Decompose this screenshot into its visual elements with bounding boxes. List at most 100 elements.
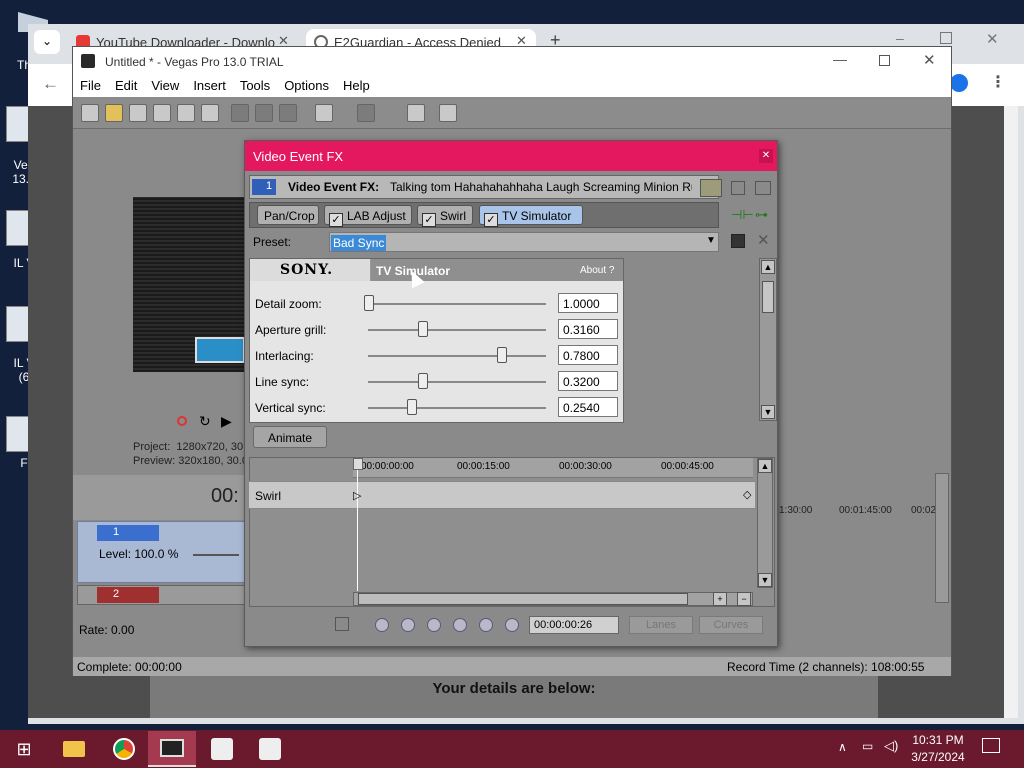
- keyframe-icon[interactable]: ▷: [353, 489, 361, 502]
- param-slider-thumb[interactable]: [364, 295, 374, 311]
- profile-avatar-icon[interactable]: [950, 74, 968, 92]
- whats-this-help-icon[interactable]: [439, 104, 457, 122]
- timeline-vscrollbar[interactable]: [935, 473, 949, 603]
- lanes-button[interactable]: Lanes: [629, 616, 693, 634]
- scroll-up-icon[interactable]: ▲: [761, 260, 775, 274]
- render-icon[interactable]: [177, 104, 195, 122]
- checkbox-icon[interactable]: ✓: [329, 213, 343, 227]
- menu-view[interactable]: View: [144, 75, 186, 93]
- vegas-maximize-icon[interactable]: [879, 55, 890, 66]
- param-value-field[interactable]: 0.3160: [558, 319, 618, 339]
- param-slider-thumb[interactable]: [407, 399, 417, 415]
- browser-minimize-icon[interactable]: –: [896, 30, 904, 46]
- open-folder-icon[interactable]: [105, 104, 123, 122]
- params-scrollbar[interactable]: ▲ ▼: [759, 258, 777, 421]
- browser-maximize-icon[interactable]: [940, 32, 952, 44]
- param-value-field[interactable]: 0.3200: [558, 371, 618, 391]
- properties-icon[interactable]: [201, 104, 219, 122]
- preset-dropdown[interactable]: Bad Sync ▼: [329, 232, 719, 252]
- first-keyframe-icon[interactable]: [375, 618, 389, 632]
- delete-preset-icon[interactable]: ✕: [757, 231, 770, 249]
- sync-cursor-icon[interactable]: [335, 617, 349, 631]
- delete-keyframe-icon[interactable]: [505, 618, 519, 632]
- fx-chip-pan-crop[interactable]: Pan/Crop: [257, 205, 319, 225]
- remove-plugin-icon[interactable]: ⊶: [755, 207, 768, 223]
- fx-chip-swirl[interactable]: ✓ Swirl: [417, 205, 473, 227]
- loop-icon[interactable]: ↻: [199, 413, 211, 430]
- taskbar-file-explorer[interactable]: [50, 731, 98, 767]
- prev-keyframe-icon[interactable]: [401, 618, 415, 632]
- taskbar-chrome[interactable]: [100, 731, 148, 767]
- undo-icon[interactable]: [315, 104, 333, 122]
- menu-file[interactable]: File: [73, 75, 108, 93]
- clock-time[interactable]: 10:31 PM: [906, 733, 970, 747]
- back-icon[interactable]: ←: [42, 74, 59, 94]
- param-slider-track[interactable]: [368, 407, 546, 409]
- vegas-close-icon[interactable]: ✕: [923, 51, 936, 69]
- notification-icon[interactable]: [982, 738, 1000, 753]
- redo-icon[interactable]: [357, 104, 375, 122]
- curves-button[interactable]: Curves: [699, 616, 763, 634]
- fx-chip-lab-adjust[interactable]: ✓ LAB Adjust: [324, 205, 412, 227]
- paste-icon[interactable]: [279, 104, 297, 122]
- clock-date[interactable]: 3/27/2024: [906, 750, 970, 764]
- param-slider-thumb[interactable]: [497, 347, 507, 363]
- scroll-down-icon[interactable]: ▼: [758, 573, 772, 587]
- start-button[interactable]: ⊞: [0, 731, 48, 767]
- menu-edit[interactable]: Edit: [108, 75, 144, 93]
- plugin-chain-icon[interactable]: ⊣⊢: [731, 207, 754, 223]
- cut-icon[interactable]: [231, 104, 249, 122]
- network-icon[interactable]: ▭: [862, 739, 873, 753]
- browser-menu-icon[interactable]: ⋮: [990, 72, 1006, 92]
- record-icon[interactable]: [177, 416, 187, 426]
- param-slider-thumb[interactable]: [418, 321, 428, 337]
- fx-chip-tv-simulator[interactable]: ✓ TV Simulator: [479, 205, 583, 227]
- save-icon[interactable]: [129, 104, 147, 122]
- scroll-thumb[interactable]: [358, 593, 688, 605]
- event-fx-icon[interactable]: [407, 104, 425, 122]
- param-value-field[interactable]: 0.2540: [558, 397, 618, 417]
- keyframe-vscrollbar[interactable]: ▲ ▼: [757, 458, 773, 588]
- keyframe-icon[interactable]: ◇: [743, 488, 751, 501]
- param-slider-track[interactable]: [368, 381, 546, 383]
- menu-options[interactable]: Options: [277, 75, 336, 93]
- menu-tools[interactable]: Tools: [233, 75, 277, 93]
- add-keyframe-icon[interactable]: [479, 618, 493, 632]
- zoom-in-icon[interactable]: +: [713, 592, 727, 606]
- playhead-icon[interactable]: [353, 458, 363, 470]
- menu-insert[interactable]: Insert: [186, 75, 233, 93]
- last-keyframe-icon[interactable]: [453, 618, 467, 632]
- param-value-field[interactable]: 0.7800: [558, 345, 618, 365]
- animate-button[interactable]: Animate: [253, 426, 327, 448]
- taskbar-il-app[interactable]: [198, 731, 246, 767]
- grid-view-icon[interactable]: [731, 181, 745, 195]
- level-slider[interactable]: [193, 554, 239, 556]
- save-as-icon[interactable]: [153, 104, 171, 122]
- scroll-thumb[interactable]: [762, 281, 774, 313]
- browser-close-icon[interactable]: ✕: [986, 30, 999, 48]
- param-slider-thumb[interactable]: [418, 373, 428, 389]
- keyframe-time-field[interactable]: 00:00:00:26: [529, 616, 619, 634]
- volume-icon[interactable]: ◁): [884, 738, 898, 754]
- param-slider-track[interactable]: [368, 329, 546, 331]
- about-link[interactable]: About ?: [580, 265, 614, 276]
- list-view-icon[interactable]: [755, 181, 771, 195]
- taskbar-il-app[interactable]: [246, 731, 294, 767]
- scroll-up-icon[interactable]: ▲: [758, 459, 772, 473]
- zoom-out-icon[interactable]: −: [737, 592, 751, 606]
- chain-view-icon[interactable]: [700, 179, 722, 197]
- vegas-minimize-icon[interactable]: —: [833, 51, 847, 67]
- dialog-close-icon[interactable]: ✕: [759, 149, 773, 163]
- menu-help[interactable]: Help: [336, 75, 377, 93]
- keyframe-hscrollbar[interactable]: [353, 592, 753, 606]
- param-slider-track[interactable]: [368, 303, 546, 305]
- checkbox-icon[interactable]: ✓: [422, 213, 436, 227]
- tray-chevron-icon[interactable]: ∧: [838, 740, 847, 754]
- scroll-down-icon[interactable]: ▼: [761, 405, 775, 419]
- taskbar-vegas[interactable]: [148, 731, 196, 767]
- copy-icon[interactable]: [255, 104, 273, 122]
- play-icon[interactable]: ▶: [221, 413, 232, 430]
- page-scrollbar[interactable]: [1004, 106, 1018, 718]
- param-slider-track[interactable]: [368, 355, 546, 357]
- checkbox-icon[interactable]: ✓: [484, 213, 498, 227]
